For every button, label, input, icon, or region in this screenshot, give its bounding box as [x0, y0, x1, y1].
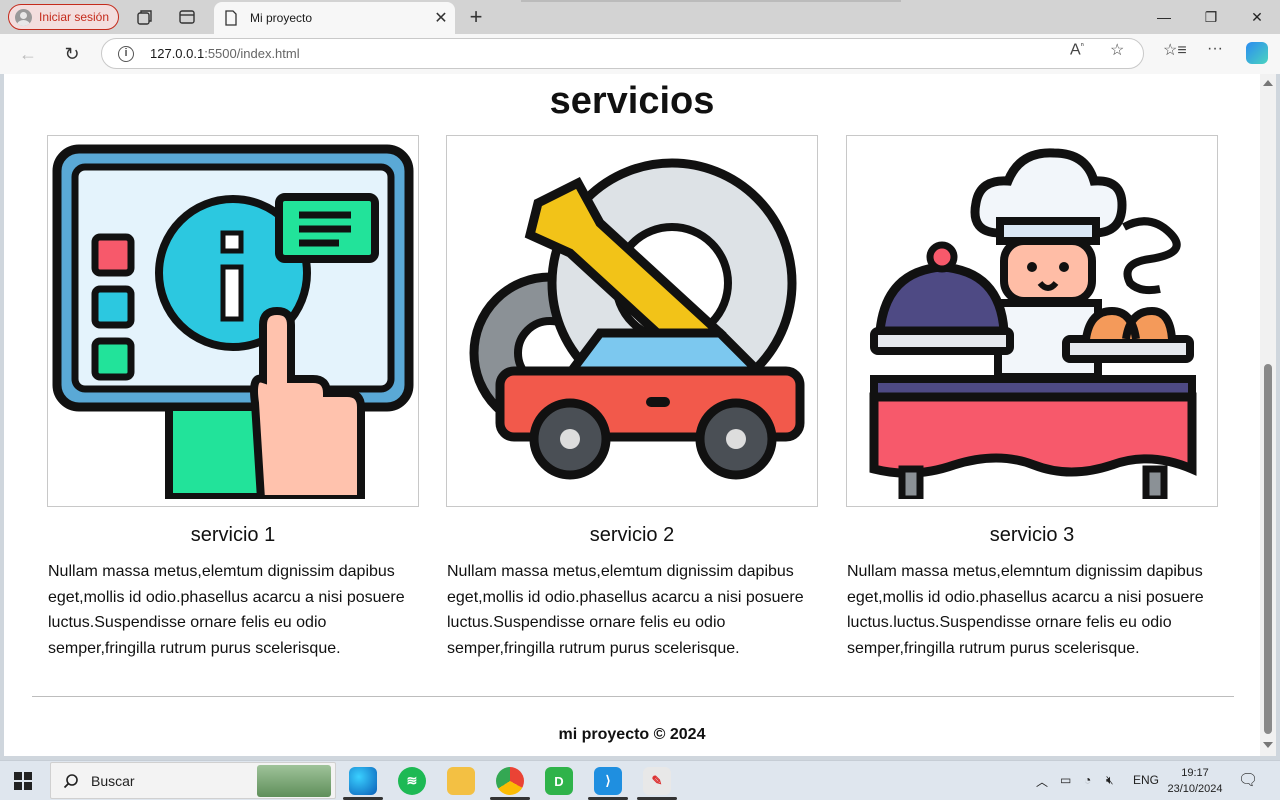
- service-image-3: [846, 135, 1218, 507]
- more-options-icon[interactable]: ···: [1207, 40, 1223, 58]
- refresh-icon[interactable]: ↻: [61, 43, 83, 65]
- taskbar-search-box[interactable]: Buscar: [50, 762, 336, 799]
- service-text-2: Nullam massa metus,elemtum dignissim dap…: [447, 563, 804, 657]
- address-bar[interactable]: i 127.0.0.1:5500/index.html: [101, 38, 1144, 69]
- language-indicator[interactable]: ENG: [1133, 773, 1159, 787]
- chef-catering-icon: [869, 148, 1197, 499]
- favorites-list-icon[interactable]: ☆≡: [1163, 40, 1187, 60]
- file-explorer-icon[interactable]: [447, 767, 475, 795]
- footer-divider: [32, 696, 1234, 697]
- volume-muted-icon[interactable]: 🔇︎: [1106, 773, 1114, 788]
- clock-time: 19:17: [1181, 767, 1209, 779]
- clock[interactable]: 19:17 23/10/2024: [1160, 765, 1230, 797]
- new-tab-button[interactable]: +: [464, 4, 488, 30]
- show-hidden-icons-icon[interactable]: ︿: [1036, 773, 1048, 790]
- url-text: 127.0.0.1:5500/index.html: [150, 46, 300, 61]
- scroll-up-arrow-icon[interactable]: [1263, 80, 1273, 86]
- close-tab-icon[interactable]: ✕: [427, 8, 455, 28]
- footer-text: mi proyecto © 2024: [558, 726, 706, 743]
- avatar-icon: [15, 8, 32, 26]
- search-highlight-image: [257, 765, 331, 797]
- service-title-3: servicio 3: [989, 524, 1075, 546]
- close-window-button[interactable]: ✕: [1234, 4, 1280, 30]
- service-card-1: servicio 1 Nullam massa metus,elemtum di…: [47, 135, 419, 661]
- page-scrollbar[interactable]: [1260, 74, 1276, 756]
- workspaces-icon[interactable]: [136, 8, 154, 26]
- vertical-tabs-icon[interactable]: [178, 8, 196, 26]
- favorite-star-icon[interactable]: ☆: [1110, 40, 1124, 60]
- service-text-1: Nullam massa metus,elemtum dignissim dap…: [48, 563, 405, 657]
- wifi-icon[interactable]: ◔: [1084, 773, 1091, 787]
- restore-button[interactable]: ❐: [1188, 4, 1234, 30]
- minimize-button[interactable]: —: [1141, 4, 1187, 30]
- profile-sign-in-button[interactable]: Iniciar sesión: [8, 4, 119, 30]
- clock-date: 23/10/2024: [1167, 783, 1223, 795]
- service-title-2: servicio 2: [589, 524, 675, 546]
- tab-title: Mi proyecto: [250, 11, 313, 25]
- service-card-2: servicio 2 Nullam massa metus,elemtum di…: [446, 135, 818, 661]
- service-image-2: [446, 135, 818, 507]
- profile-label: Iniciar sesión: [39, 10, 110, 24]
- car-repair-icon: [469, 158, 805, 480]
- service-image-1: [47, 135, 419, 507]
- chrome-app-icon[interactable]: [496, 767, 524, 795]
- back-arrow-icon[interactable]: ←: [17, 43, 39, 65]
- battery-icon[interactable]: ▭: [1060, 773, 1071, 787]
- page-viewport: servicios servicio 1 Nullam massa metus,…: [4, 74, 1260, 756]
- start-windows-icon[interactable]: [14, 772, 32, 790]
- notifications-icon[interactable]: 🗨︎: [1238, 770, 1258, 790]
- scrollbar-thumb[interactable]: [1264, 364, 1272, 734]
- service-text-3: Nullam massa metus,elemntum dignissim da…: [847, 563, 1204, 657]
- copilot-icon[interactable]: [1246, 42, 1268, 64]
- windows-taskbar: Buscar ≋ D ⟩ ✎ ︿ ▭ ◔ 🔇︎ ENG 19:17 23/10/…: [0, 760, 1280, 800]
- search-label: Buscar: [91, 772, 135, 789]
- service-card-3: servicio 3 Nullam massa metus,elemntum d…: [846, 135, 1218, 661]
- site-info-icon[interactable]: i: [118, 45, 134, 62]
- search-icon: [63, 773, 78, 788]
- browser-nav-bar: ← ↻ i 127.0.0.1:5500/index.html Aⁿ ☆ ☆≡ …: [0, 34, 1280, 74]
- section-title: servicios: [549, 80, 715, 122]
- page-icon: [225, 10, 237, 26]
- browser-tab-bar: Iniciar sesión Mi proyecto ✕ + — ❐ ✕: [0, 0, 1280, 34]
- edge-app-icon[interactable]: [349, 767, 377, 795]
- read-aloud-icon[interactable]: Aⁿ: [1070, 40, 1084, 59]
- scroll-down-arrow-icon[interactable]: [1263, 742, 1273, 748]
- tab-mi-proyecto[interactable]: Mi proyecto ✕: [214, 2, 455, 34]
- d-app-icon[interactable]: D: [545, 767, 573, 795]
- vscode-app-icon[interactable]: ⟩: [594, 767, 622, 795]
- info-kiosk-icon: [52, 144, 414, 499]
- spotify-app-icon[interactable]: ≋: [398, 767, 426, 795]
- tab-strip-indicator: [521, 0, 901, 2]
- paint-app-icon[interactable]: ✎: [643, 767, 671, 795]
- service-title-1: servicio 1: [190, 524, 276, 546]
